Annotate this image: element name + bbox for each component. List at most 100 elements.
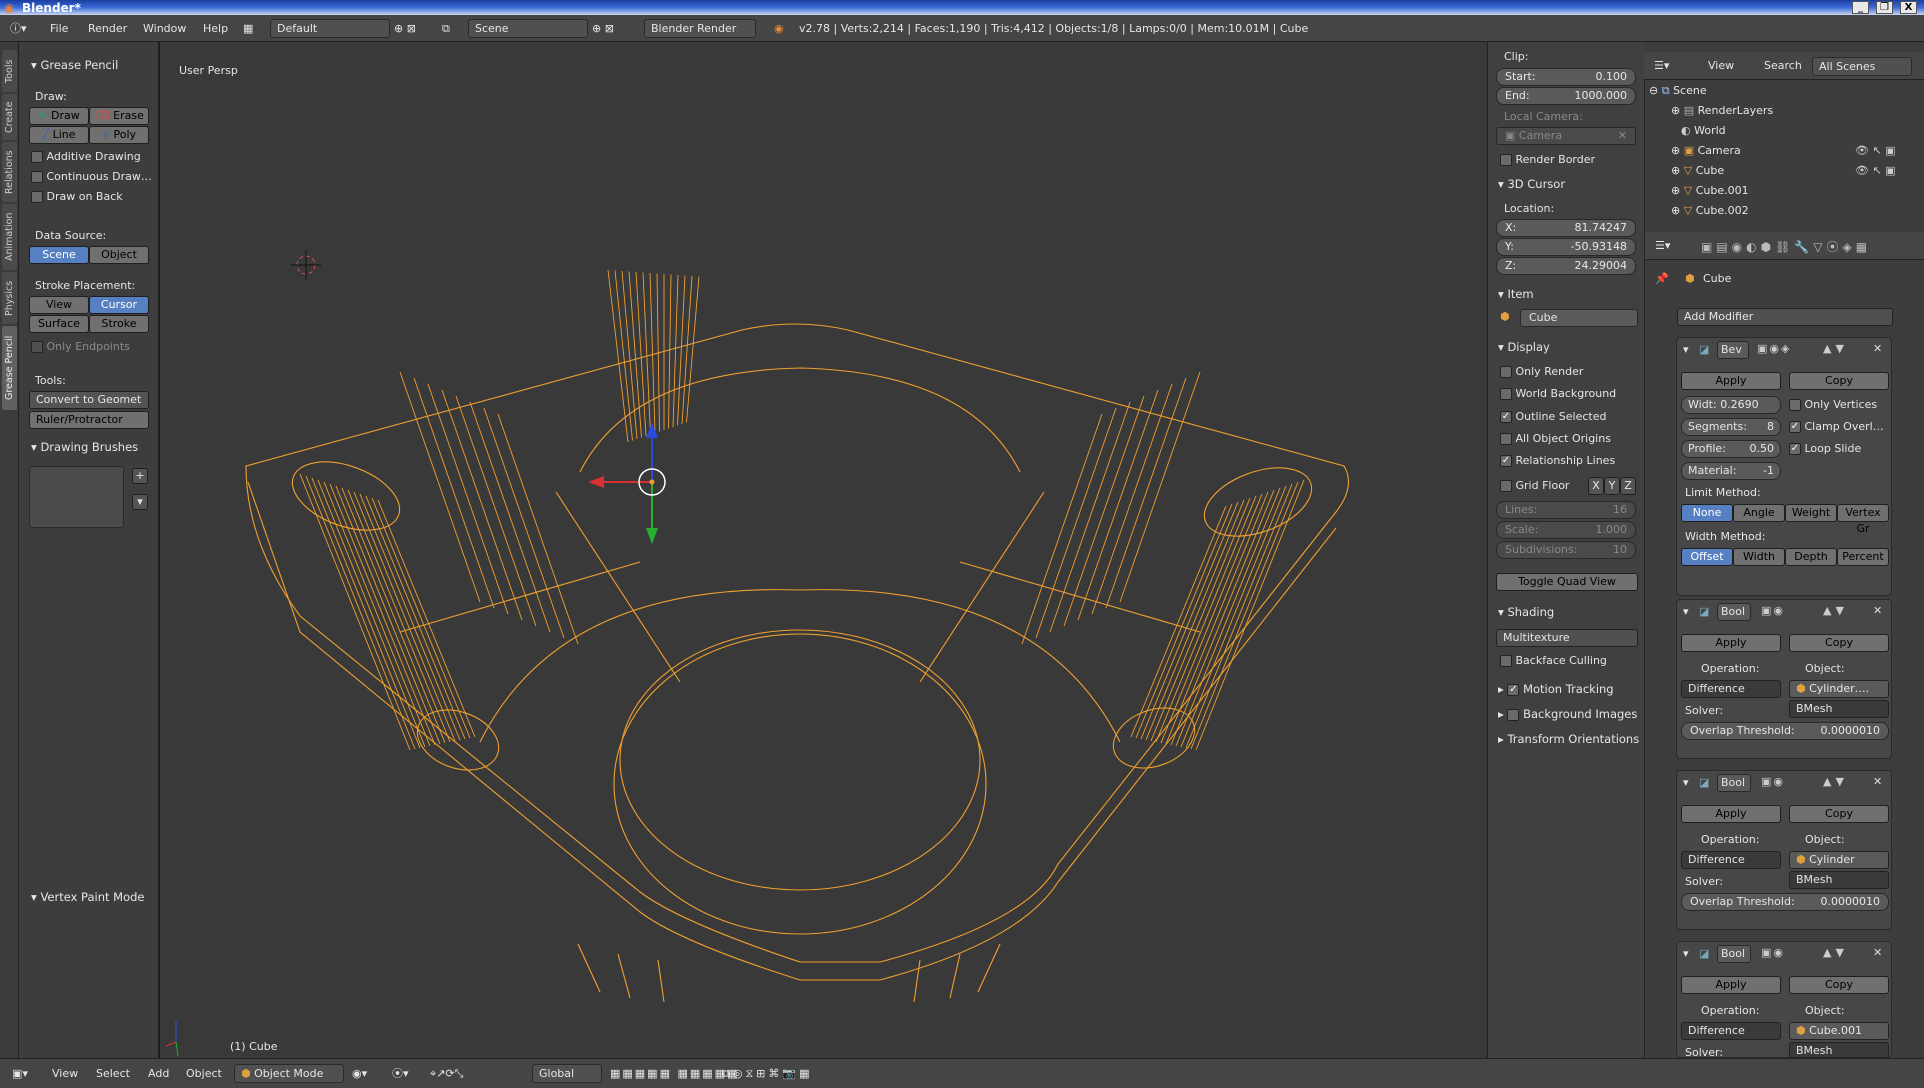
- move-modifier-icons[interactable]: ▲▼: [1823, 946, 1848, 959]
- add-brush-button[interactable]: +: [132, 468, 148, 484]
- menu-object[interactable]: Object: [186, 1059, 222, 1086]
- visibility-eye-icon[interactable]: 👁 ↖ ▣: [1855, 164, 1896, 177]
- scene-field[interactable]: Scene: [468, 19, 588, 38]
- cursor-y-field[interactable]: Y: -50.93148: [1496, 238, 1636, 256]
- outliner-display-dropdown[interactable]: All Scenes: [1812, 57, 1912, 76]
- outliner-editor-icon[interactable]: ☰▾: [1654, 52, 1669, 79]
- tab-physics[interactable]: Physics: [2, 272, 17, 324]
- backface-culling-checkbox[interactable]: Backface Culling: [1500, 654, 1607, 667]
- modifier-visibility-icons[interactable]: ▣◉: [1761, 604, 1785, 617]
- width-percent-button[interactable]: Percent: [1837, 548, 1889, 566]
- modifier-visibility-icons[interactable]: ▣◉: [1761, 775, 1785, 788]
- drawing-brushes-panel-header[interactable]: ▾ Drawing Brushes: [31, 440, 138, 454]
- outliner-row-scene[interactable]: ⊖ ⧉ Scene: [1649, 84, 1707, 98]
- outliner-row-renderlayers[interactable]: ⊕ ▤ RenderLayers: [1671, 104, 1773, 117]
- width-width-button[interactable]: Width: [1733, 548, 1785, 566]
- menu-view[interactable]: View: [52, 1059, 78, 1086]
- screen-layout-field[interactable]: Default: [270, 19, 390, 38]
- add-modifier-dropdown[interactable]: Add Modifier: [1677, 308, 1893, 326]
- grid-scale-field[interactable]: Scale: 1.000: [1496, 521, 1636, 539]
- additive-drawing-checkbox[interactable]: Additive Drawing: [31, 150, 141, 163]
- viewport-shading-icon[interactable]: ◉▾: [352, 1059, 367, 1086]
- grid-lines-field[interactable]: Lines: 16: [1496, 501, 1636, 519]
- shading-mode-dropdown[interactable]: Multitexture: [1496, 629, 1638, 647]
- width-offset-button[interactable]: Offset: [1681, 548, 1733, 566]
- properties-editor-icon[interactable]: ☰▾: [1655, 232, 1670, 259]
- limit-angle-button[interactable]: Angle: [1733, 504, 1785, 522]
- outliner-row-camera[interactable]: ⊕ ▣ Camera: [1671, 144, 1741, 157]
- menu-file[interactable]: File: [50, 15, 68, 42]
- menu-window[interactable]: Window: [143, 15, 186, 42]
- move-modifier-icons[interactable]: ▲▼: [1823, 342, 1848, 355]
- boolean-copy-button[interactable]: Copy: [1789, 805, 1889, 823]
- boolean-modifier-name[interactable]: Bool: [1717, 945, 1751, 963]
- clamp-overlap-checkbox[interactable]: ✓ Clamp Overl…: [1789, 420, 1884, 433]
- outliner-row-world[interactable]: ◐ World: [1681, 124, 1726, 137]
- pivot-point-icon[interactable]: ⦿▾: [392, 1059, 409, 1086]
- boolean-apply-button[interactable]: Apply: [1681, 805, 1781, 823]
- limit-vertex-group-button[interactable]: Vertex Gr: [1837, 504, 1889, 535]
- erase-button[interactable]: ⌫ Erase: [89, 107, 149, 125]
- properties-context-tabs-icon[interactable]: ▣▤◉◐⬢⛓🔧▽⦿◈▦: [1701, 238, 1871, 255]
- grid-z-toggle[interactable]: Z: [1620, 477, 1636, 495]
- placement-stroke-button[interactable]: Stroke: [89, 315, 149, 333]
- grid-floor-checkbox[interactable]: Grid Floor: [1500, 479, 1569, 492]
- bevel-modifier-name[interactable]: Bev: [1717, 341, 1749, 359]
- object-field[interactable]: ⬢ Cylinder: [1789, 851, 1889, 869]
- ruler-protractor-button[interactable]: Ruler/Protractor: [29, 411, 149, 429]
- remove-modifier-icon[interactable]: ✕: [1873, 342, 1882, 355]
- brushes-list[interactable]: [29, 466, 124, 528]
- width-depth-button[interactable]: Depth: [1785, 548, 1837, 566]
- overlap-threshold-field[interactable]: Overlap Threshold: 0.0000010: [1681, 722, 1889, 740]
- pin-icon[interactable]: 📌: [1655, 272, 1669, 285]
- move-modifier-icons[interactable]: ▲▼: [1823, 775, 1848, 788]
- boolean-modifier-name[interactable]: Bool: [1717, 603, 1751, 621]
- outliner-search-menu[interactable]: Search: [1764, 52, 1802, 79]
- outliner-row-cube-002[interactable]: ⊕ ▽ Cube.002: [1671, 204, 1749, 217]
- menu-render[interactable]: Render: [88, 15, 127, 42]
- cursor-z-field[interactable]: Z: 24.29004: [1496, 257, 1636, 275]
- operation-dropdown[interactable]: Difference: [1681, 680, 1781, 698]
- outliner-row-cube-001[interactable]: ⊕ ▽ Cube.001: [1671, 184, 1749, 197]
- bevel-profile-field[interactable]: Profile: 0.50: [1681, 440, 1781, 458]
- minimize-button[interactable]: _: [1852, 1, 1869, 14]
- transform-orientation-dropdown[interactable]: Global: [532, 1064, 602, 1083]
- add-scene-icon[interactable]: ⊕ ⊠: [592, 15, 614, 42]
- boolean-modifier-name[interactable]: Bool: [1717, 774, 1751, 792]
- tab-animation[interactable]: Animation: [2, 204, 17, 270]
- bevel-material-field[interactable]: Material: -1: [1681, 462, 1781, 480]
- loop-slide-checkbox[interactable]: ✓ Loop Slide: [1789, 442, 1861, 455]
- collapse-arrow-icon[interactable]: ▾: [1683, 776, 1689, 789]
- remove-modifier-icon[interactable]: ✕: [1873, 604, 1882, 617]
- outliner-row-cube[interactable]: ⊕ ▽ Cube: [1671, 164, 1724, 177]
- 3d-viewport[interactable]: User Persp (1) Cube: [160, 42, 1487, 1058]
- shading-panel-header[interactable]: ▾ Shading: [1498, 605, 1554, 619]
- solver-dropdown[interactable]: BMesh: [1789, 871, 1889, 889]
- add-layout-icon[interactable]: ⊕ ⊠: [394, 15, 416, 42]
- bevel-width-field[interactable]: Widt: 0.2690: [1681, 396, 1781, 414]
- clip-start-field[interactable]: Start: 0.100: [1496, 68, 1636, 86]
- line-button[interactable]: ╱ Line: [29, 126, 89, 144]
- boolean-copy-button[interactable]: Copy: [1789, 634, 1889, 652]
- editor-type-icon[interactable]: ▣▾: [12, 1059, 28, 1086]
- grid-subdivisions-field[interactable]: Subdivisions: 10: [1496, 541, 1636, 559]
- boolean-apply-button[interactable]: Apply: [1681, 634, 1781, 652]
- boolean-apply-button[interactable]: Apply: [1681, 976, 1781, 994]
- bevel-copy-button[interactable]: Copy: [1789, 372, 1889, 390]
- only-endpoints-checkbox[interactable]: Only Endpoints: [31, 340, 130, 353]
- solver-dropdown[interactable]: BMesh: [1789, 700, 1889, 718]
- continuous-drawing-checkbox[interactable]: Continuous Draw…: [31, 170, 152, 183]
- only-render-checkbox[interactable]: Only Render: [1500, 365, 1583, 378]
- visibility-eye-icon[interactable]: 👁 ↖ ▣: [1855, 144, 1896, 157]
- remove-modifier-icon[interactable]: ✕: [1873, 946, 1882, 959]
- only-vertices-checkbox[interactable]: Only Vertices: [1789, 398, 1877, 411]
- modifier-visibility-icons[interactable]: ▣◉: [1761, 946, 1785, 959]
- bevel-segments-field[interactable]: Segments: 8: [1681, 418, 1781, 436]
- outline-selected-checkbox[interactable]: ✓ Outline Selected: [1500, 410, 1606, 423]
- data-source-object-button[interactable]: Object: [89, 246, 149, 264]
- manipulator-icons[interactable]: ⌖↗⟳⤡: [430, 1059, 463, 1086]
- transform-orientations-panel-header[interactable]: ▸ Transform Orientations: [1498, 732, 1639, 746]
- limit-none-button[interactable]: None: [1681, 504, 1733, 522]
- poly-button[interactable]: ⋎ Poly: [89, 126, 149, 144]
- info-editor-icon[interactable]: ⓘ▾: [10, 15, 27, 42]
